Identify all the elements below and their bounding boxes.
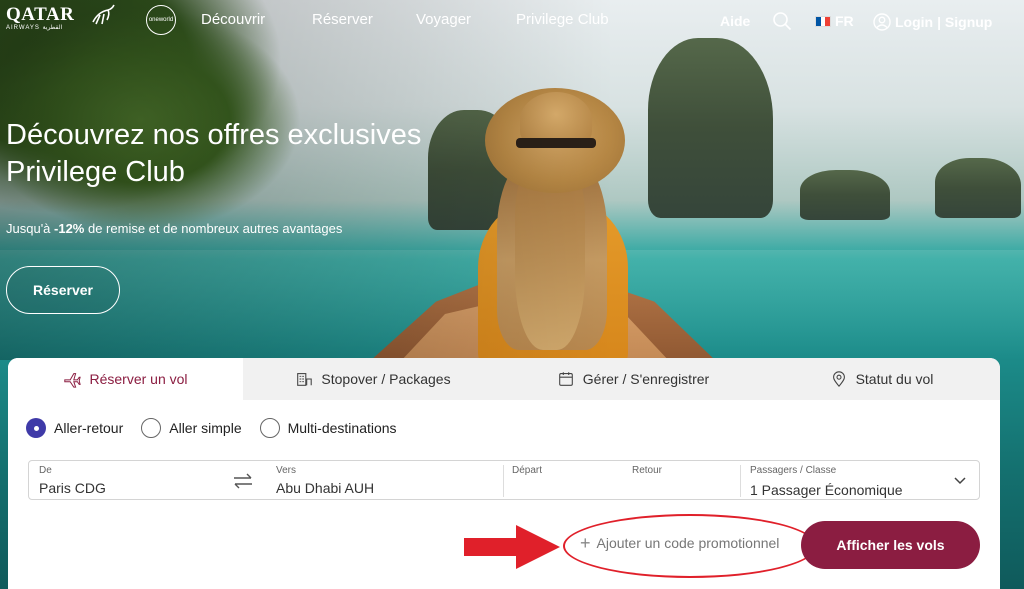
top-navigation: QATAR AIRWAYS القطرية oneworld Découvrir… xyxy=(0,0,1024,42)
return-label: Retour xyxy=(632,465,663,476)
return-date-field[interactable]: Retour xyxy=(632,461,732,501)
plane-icon xyxy=(64,373,82,388)
promo-label: Ajouter un code promotionnel xyxy=(596,535,780,551)
radio-label: Aller-retour xyxy=(54,420,124,436)
departure-label: Départ xyxy=(512,465,543,476)
hero-discount: -12% xyxy=(54,221,85,236)
search-icon[interactable] xyxy=(772,11,792,31)
location-pin-icon xyxy=(832,371,845,388)
tab-manage-checkin[interactable]: Gérer / S'enregistrer xyxy=(503,358,763,400)
nav-privilege-club[interactable]: Privilege Club xyxy=(516,11,609,28)
chevron-down-icon[interactable] xyxy=(953,474,967,488)
hero-reserve-button[interactable]: Réserver xyxy=(6,266,120,314)
nav-decouvrir[interactable]: Découvrir xyxy=(201,11,265,28)
signup-link[interactable]: | Signup xyxy=(937,14,992,30)
departure-date-field[interactable]: Départ xyxy=(512,461,622,501)
help-link[interactable]: Aide xyxy=(720,13,750,29)
origin-value: Paris CDG xyxy=(39,480,106,496)
tab-label: Statut du vol xyxy=(855,371,934,387)
show-flights-button[interactable]: Afficher les vols xyxy=(801,521,980,569)
passengers-value: 1 Passager Économique xyxy=(750,482,903,498)
qatar-airways-logo[interactable]: QATAR AIRWAYS القطرية xyxy=(6,4,74,31)
oryx-logo-icon xyxy=(92,4,115,25)
login-link[interactable]: Login xyxy=(895,14,933,30)
radio-multi-city[interactable]: Multi-destinations xyxy=(259,418,397,438)
origin-field[interactable]: De Paris CDG xyxy=(39,461,219,501)
radio-label: Multi-destinations xyxy=(287,420,397,436)
nav-voyager[interactable]: Voyager xyxy=(416,11,471,28)
radio-indicator[interactable] xyxy=(259,418,280,438)
destination-field[interactable]: Vers Abu Dhabi AUH xyxy=(276,461,496,501)
passengers-class-field[interactable]: Passagers / Classe 1 Passager Économique xyxy=(750,461,950,501)
language-selector[interactable]: FR xyxy=(815,13,854,29)
language-label: FR xyxy=(835,13,854,29)
origin-label: De xyxy=(39,465,52,476)
calendar-icon xyxy=(558,372,573,386)
radio-label: Aller simple xyxy=(169,420,242,436)
tab-stopover[interactable]: Stopover / Packages xyxy=(243,358,503,400)
destination-label: Vers xyxy=(276,465,297,476)
field-divider xyxy=(740,465,741,497)
radio-indicator[interactable] xyxy=(26,418,46,438)
french-flag-icon xyxy=(815,15,831,27)
radio-round-trip[interactable]: Aller-retour xyxy=(26,418,123,438)
hotel-icon xyxy=(297,373,313,386)
user-icon xyxy=(873,13,891,31)
booking-tabs: Réserver un vol Stopover / Packages Gére… xyxy=(8,358,1000,400)
radio-one-way[interactable]: Aller simple xyxy=(141,418,242,438)
hero-subtitle: Jusqu'à -12% de remise et de nombreux au… xyxy=(6,221,342,236)
add-promo-code-link[interactable]: + Ajouter un code promotionnel xyxy=(580,533,780,553)
oneworld-badge[interactable]: oneworld xyxy=(146,5,176,35)
hero-subtitle-prefix: Jusqu'à xyxy=(6,221,55,236)
tab-label: Stopover / Packages xyxy=(321,371,451,387)
tab-label: Réserver un vol xyxy=(89,371,188,387)
hero-title: Découvrez nos offres exclusives Privileg… xyxy=(6,119,422,188)
nav-reserver[interactable]: Réserver xyxy=(312,11,373,28)
annotation-arrow-icon xyxy=(464,525,560,569)
account-area[interactable]: Login | Signup xyxy=(873,13,992,31)
swap-arrows-icon[interactable] xyxy=(232,472,254,490)
tab-book-flight[interactable]: Réserver un vol xyxy=(8,358,243,400)
passengers-label: Passagers / Classe xyxy=(750,465,837,476)
radio-indicator[interactable] xyxy=(141,418,162,438)
trip-type-group: Aller-retour Aller simple Multi-destinat… xyxy=(26,418,415,438)
tab-flight-status[interactable]: Statut du vol xyxy=(763,358,1000,400)
field-divider xyxy=(503,465,504,497)
hero-subtitle-suffix: de remise et de nombreux autres avantage… xyxy=(84,221,343,236)
tab-label: Gérer / S'enregistrer xyxy=(582,371,710,387)
logo-brand: QATAR xyxy=(6,4,75,25)
destination-value: Abu Dhabi AUH xyxy=(276,480,375,496)
plus-icon: + xyxy=(580,533,591,553)
flight-search-row: De Paris CDG Vers Abu Dhabi AUH Départ R… xyxy=(28,460,980,500)
